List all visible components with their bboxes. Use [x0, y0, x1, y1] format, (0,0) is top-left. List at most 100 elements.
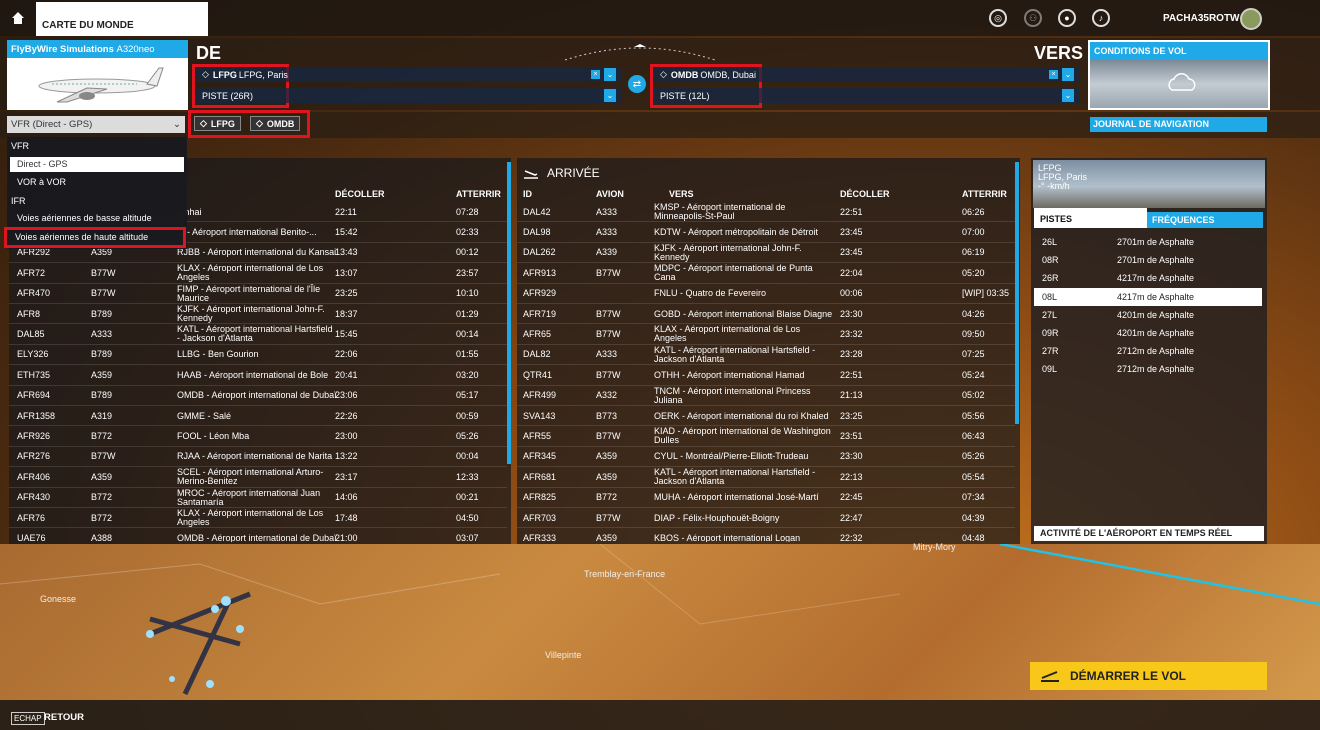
table-cell: A332	[596, 390, 618, 401]
table-row[interactable]: ETH735 A359 HAAB - Aéroport international …	[9, 365, 507, 386]
profile-icon[interactable]: ●	[1058, 9, 1076, 27]
activity-icon[interactable]: ◎	[989, 9, 1007, 27]
table-cell: FIMP - Aéroport international de l'Île M…	[177, 283, 321, 303]
tab-frequencies[interactable]: FRÉQUENCES	[1147, 212, 1263, 228]
flightplan-select[interactable]: VFR (Direct - GPS) ⌄	[7, 116, 185, 133]
table-row[interactable]: DAL82 A333 KATL - Aéroport international H…	[517, 345, 1015, 366]
col-landing: ATTERRIR	[456, 189, 501, 199]
waypoint-chip-departure[interactable]: ◇ LFPG	[194, 116, 241, 131]
aircraft-card[interactable]: FlyByWire Simulations A320neo	[7, 40, 188, 110]
runway-row[interactable]: 09L 2712m de Asphalte	[1034, 360, 1262, 378]
clear-icon[interactable]: ×	[591, 70, 600, 79]
table-row[interactable]: DAL85 A333 KATL - Aéroport international H…	[9, 324, 507, 345]
navigation-log-button[interactable]: JOURNAL DE NAVIGATION	[1090, 117, 1267, 132]
waypoint-chip-arrival[interactable]: ◇ OMDB	[250, 116, 301, 131]
table-cell: DAL42	[523, 206, 551, 217]
table-row[interactable]: AFR333 A359 KBOS - Aéroport international …	[517, 528, 1015, 542]
table-row[interactable]: AFR825 B772 MUHA - Aéroport international …	[517, 488, 1015, 508]
col-takeoff: DÉCOLLER	[840, 189, 890, 199]
table-row[interactable]: AFR406 A359 SCEL - Aéroport international …	[9, 467, 507, 488]
dropdown-item-low-altitude[interactable]: Voies aériennes de basse altitude	[10, 211, 184, 226]
scrollbar[interactable]	[1015, 162, 1019, 424]
dropdown-header-vfr: VFR	[11, 141, 29, 151]
chevron-down-icon[interactable]: ⌄	[604, 89, 616, 102]
table-cell: 22:11	[335, 206, 357, 217]
table-cell: 22:32	[840, 532, 863, 542]
runway-row[interactable]: 27R 2712m de Asphalte	[1034, 342, 1262, 360]
table-row[interactable]: DAL98 A333 KDTW - Aéroport métropolitain d…	[517, 222, 1015, 243]
dropdown-item-direct-gps[interactable]: Direct - GPS	[10, 157, 184, 172]
table-cell: AFR406	[17, 471, 51, 482]
swap-icon[interactable]: ⇄	[628, 75, 646, 93]
home-button[interactable]	[0, 0, 36, 36]
runway-row[interactable]: 08L 4217m de Asphalte	[1034, 287, 1262, 306]
username[interactable]: PACHA35ROTW	[1163, 13, 1239, 24]
map-label: Mitry-Mory	[913, 542, 956, 552]
table-row[interactable]: DAL42 A333 KMSP - Aéroport international d…	[517, 202, 1015, 223]
chevron-down-icon[interactable]: ⌄	[1062, 68, 1074, 81]
avatar[interactable]	[1240, 8, 1262, 30]
tab-runways[interactable]: PISTES	[1034, 208, 1147, 228]
table-row[interactable]: AFR76 B772 KLAX - Aéroport international d…	[9, 508, 507, 529]
chevron-down-icon[interactable]: ⌄	[604, 68, 616, 81]
runway-row[interactable]: 27L 4201m de Asphalte	[1034, 306, 1262, 324]
table-cell: AFR430	[17, 492, 51, 503]
flightplan-dropdown: VFR Direct - GPS VOR à VOR IFR Voies aér…	[4, 137, 187, 249]
table-row[interactable]: AFR926 B772 FOOL - Léon Mba 23:00 05:26	[9, 426, 507, 447]
table-cell: TNCM - Aéroport international Princess J…	[654, 385, 811, 405]
table-row[interactable]: AFR8 B789 KJFK - Aéroport international Jo…	[9, 304, 507, 325]
dropdown-item-high-altitude[interactable]: Voies aériennes de haute altitude	[4, 227, 186, 248]
back-button[interactable]: RETOUR	[44, 712, 84, 723]
table-cell: KLAX - Aéroport international de Los Ang…	[177, 263, 324, 283]
chevron-down-icon[interactable]: ⌄	[1062, 89, 1074, 102]
clear-icon[interactable]: ×	[1049, 70, 1058, 79]
table-row[interactable]: AFR345 A359 CYUL - Montréal/Pierre-Elliott…	[517, 447, 1015, 468]
weather-image	[1090, 60, 1268, 108]
runway-row[interactable]: 09R 4201m de Asphalte	[1034, 324, 1262, 342]
scrollbar[interactable]	[507, 162, 511, 464]
table-row[interactable]: ELY326 B789 LLBG - Ben Gourion 22:06 01:55	[9, 345, 507, 366]
table-row[interactable]: AFR276 B77W RJAA - Aéroport international …	[9, 447, 507, 468]
table-row[interactable]: AFR703 B77W DIAP - Félix-Houphouët-Boigny 2…	[517, 508, 1015, 529]
table-cell: B77W	[91, 451, 116, 462]
table-cell: 04:39	[962, 512, 985, 523]
start-flight-button[interactable]: DÉMARRER LE VOL	[1030, 662, 1267, 690]
airport-activity-button[interactable]: ACTIVITÉ DE L'AÉROPORT EN TEMPS RÉEL	[1034, 526, 1264, 541]
table-row[interactable]: SVA143 B773 OERK - Aéroport international …	[517, 406, 1015, 427]
table-row[interactable]: AFR72 B77W KLAX - Aéroport international d…	[9, 263, 507, 284]
table-row[interactable]: AFR913 B77W MDPC - Aéroport international …	[517, 263, 1015, 284]
arrival-runway-field[interactable]: PISTE (12L) ⌄	[654, 88, 1080, 103]
table-row[interactable]: AFR694 B789 OMDB - Aéroport international …	[9, 386, 507, 406]
table-row[interactable]: AFR681 A359 KATL - Aéroport international …	[517, 467, 1015, 488]
departure-airport-field[interactable]: ◇ LFPG LFPG, Paris × ⌄	[196, 67, 622, 82]
table-row[interactable]: AFR55 B77W KIAD - Aéroport international d…	[517, 426, 1015, 447]
runway-length: 2712m de Asphalte	[1117, 346, 1195, 357]
table-cell: AFR1358	[17, 410, 56, 421]
table-row[interactable]: AFR929 FNLU - Quatro de Fevereiro 00:06 [WI…	[517, 284, 1015, 304]
world-map-tab[interactable]: CARTE DU MONDE	[36, 2, 208, 36]
departure-runway-field[interactable]: PISTE (26R) ⌄	[196, 88, 622, 103]
col-id: ID	[523, 189, 532, 199]
notification-icon[interactable]: ♪	[1092, 9, 1110, 27]
table-row[interactable]: AFR499 A332 TNCM - Aéroport international …	[517, 386, 1015, 406]
table-row[interactable]: AFR430 B772 MROC - Aéroport international …	[9, 488, 507, 508]
arrival-airport-field[interactable]: ◇ OMDB OMDB, Dubai × ⌄	[654, 67, 1080, 82]
table-cell: KBOS - Aéroport international Logan	[654, 532, 801, 542]
table-row[interactable]: DAL262 A339 KJFK - Aéroport international …	[517, 243, 1015, 264]
col-destination: VERS	[669, 189, 694, 199]
dropdown-item-vor-to-vor[interactable]: VOR à VOR	[10, 175, 184, 190]
table-row[interactable]: AFR470 B77W FIMP - Aéroport international …	[9, 284, 507, 304]
runway-row[interactable]: 26R 4217m de Asphalte	[1034, 269, 1262, 287]
table-row[interactable]: UAE76 A388 OMDB - Aéroport international d…	[9, 528, 507, 542]
runway-row[interactable]: 08R 2701m de Asphalte	[1034, 251, 1262, 269]
group-icon[interactable]: ⚇	[1024, 9, 1042, 27]
arrival-label: VERS	[1034, 43, 1084, 63]
runway-row[interactable]: 26L 2701m de Asphalte	[1034, 233, 1262, 251]
table-row[interactable]: AFR719 B77W GOBD - Aéroport international …	[517, 304, 1015, 325]
col-aircraft: AVION	[596, 189, 624, 199]
table-row[interactable]: AFR1358 A319 GMME - Salé 22:26 00:59	[9, 406, 507, 427]
table-row[interactable]: AFR65 B77W KLAX - Aéroport international d…	[517, 324, 1015, 345]
table-row[interactable]: QTR41 B77W OTHH - Aéroport international H…	[517, 365, 1015, 386]
runway-id: 08R	[1042, 255, 1059, 266]
flight-conditions-card[interactable]: CONDITIONS DE VOL	[1088, 40, 1270, 110]
